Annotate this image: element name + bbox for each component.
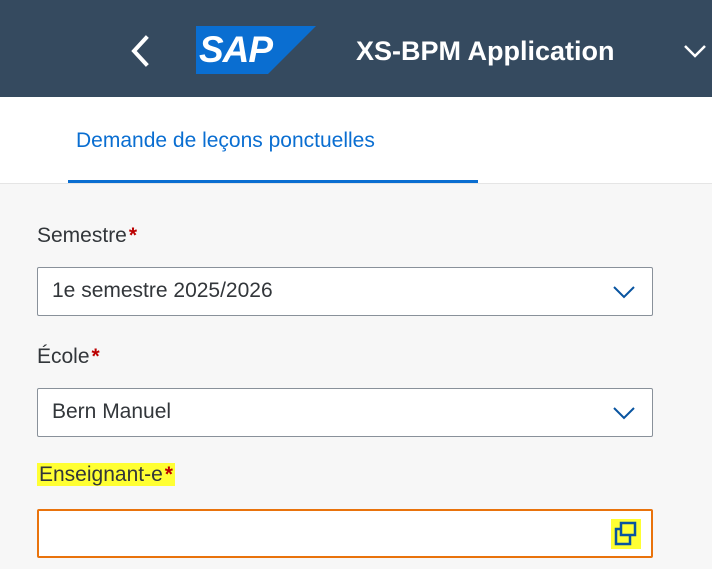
enseignant-input[interactable] <box>37 509 653 558</box>
semestre-label: Semestre* <box>37 224 137 248</box>
semestre-value: 1e semestre 2025/2026 <box>52 279 273 302</box>
ecole-label: École* <box>37 345 100 369</box>
semestre-select[interactable]: 1e semestre 2025/2026 <box>37 267 653 316</box>
enseignant-label: Enseignant-e* <box>37 463 175 487</box>
app-title-menu-button[interactable] <box>682 42 708 60</box>
form-content: Semestre* 1e semestre 2025/2026 École* B… <box>0 184 712 569</box>
back-chevron-icon <box>131 35 149 67</box>
chevron-down-icon[interactable] <box>612 284 636 300</box>
chevron-down-icon <box>684 45 706 58</box>
required-marker: * <box>164 463 173 486</box>
required-marker: * <box>128 224 138 247</box>
sap-logo[interactable]: SAP <box>196 26 316 74</box>
logo-text: SAP <box>199 29 273 70</box>
semestre-label-text: Semestre <box>37 224 127 247</box>
shell-bar: SAP XS-BPM Application <box>0 0 712 97</box>
tab-demande-lecons[interactable]: Demande de leçons ponctuelles <box>68 97 478 183</box>
chevron-down-icon[interactable] <box>612 405 636 421</box>
value-help-icon <box>614 521 637 546</box>
enseignant-label-highlight: Enseignant-e* <box>37 463 175 486</box>
back-button[interactable] <box>126 34 156 68</box>
app-title[interactable]: XS-BPM Application <box>356 34 615 68</box>
ecole-select[interactable]: Bern Manuel <box>37 388 653 437</box>
tab-label: Demande de leçons ponctuelles <box>76 129 375 152</box>
tab-bar: Demande de leçons ponctuelles <box>0 97 712 184</box>
tab-selected-indicator <box>68 180 478 183</box>
ecole-label-text: École <box>37 345 90 368</box>
required-marker: * <box>91 345 100 368</box>
ecole-value: Bern Manuel <box>52 400 172 423</box>
value-help-button[interactable] <box>611 519 641 549</box>
enseignant-label-text: Enseignant-e <box>39 463 163 486</box>
